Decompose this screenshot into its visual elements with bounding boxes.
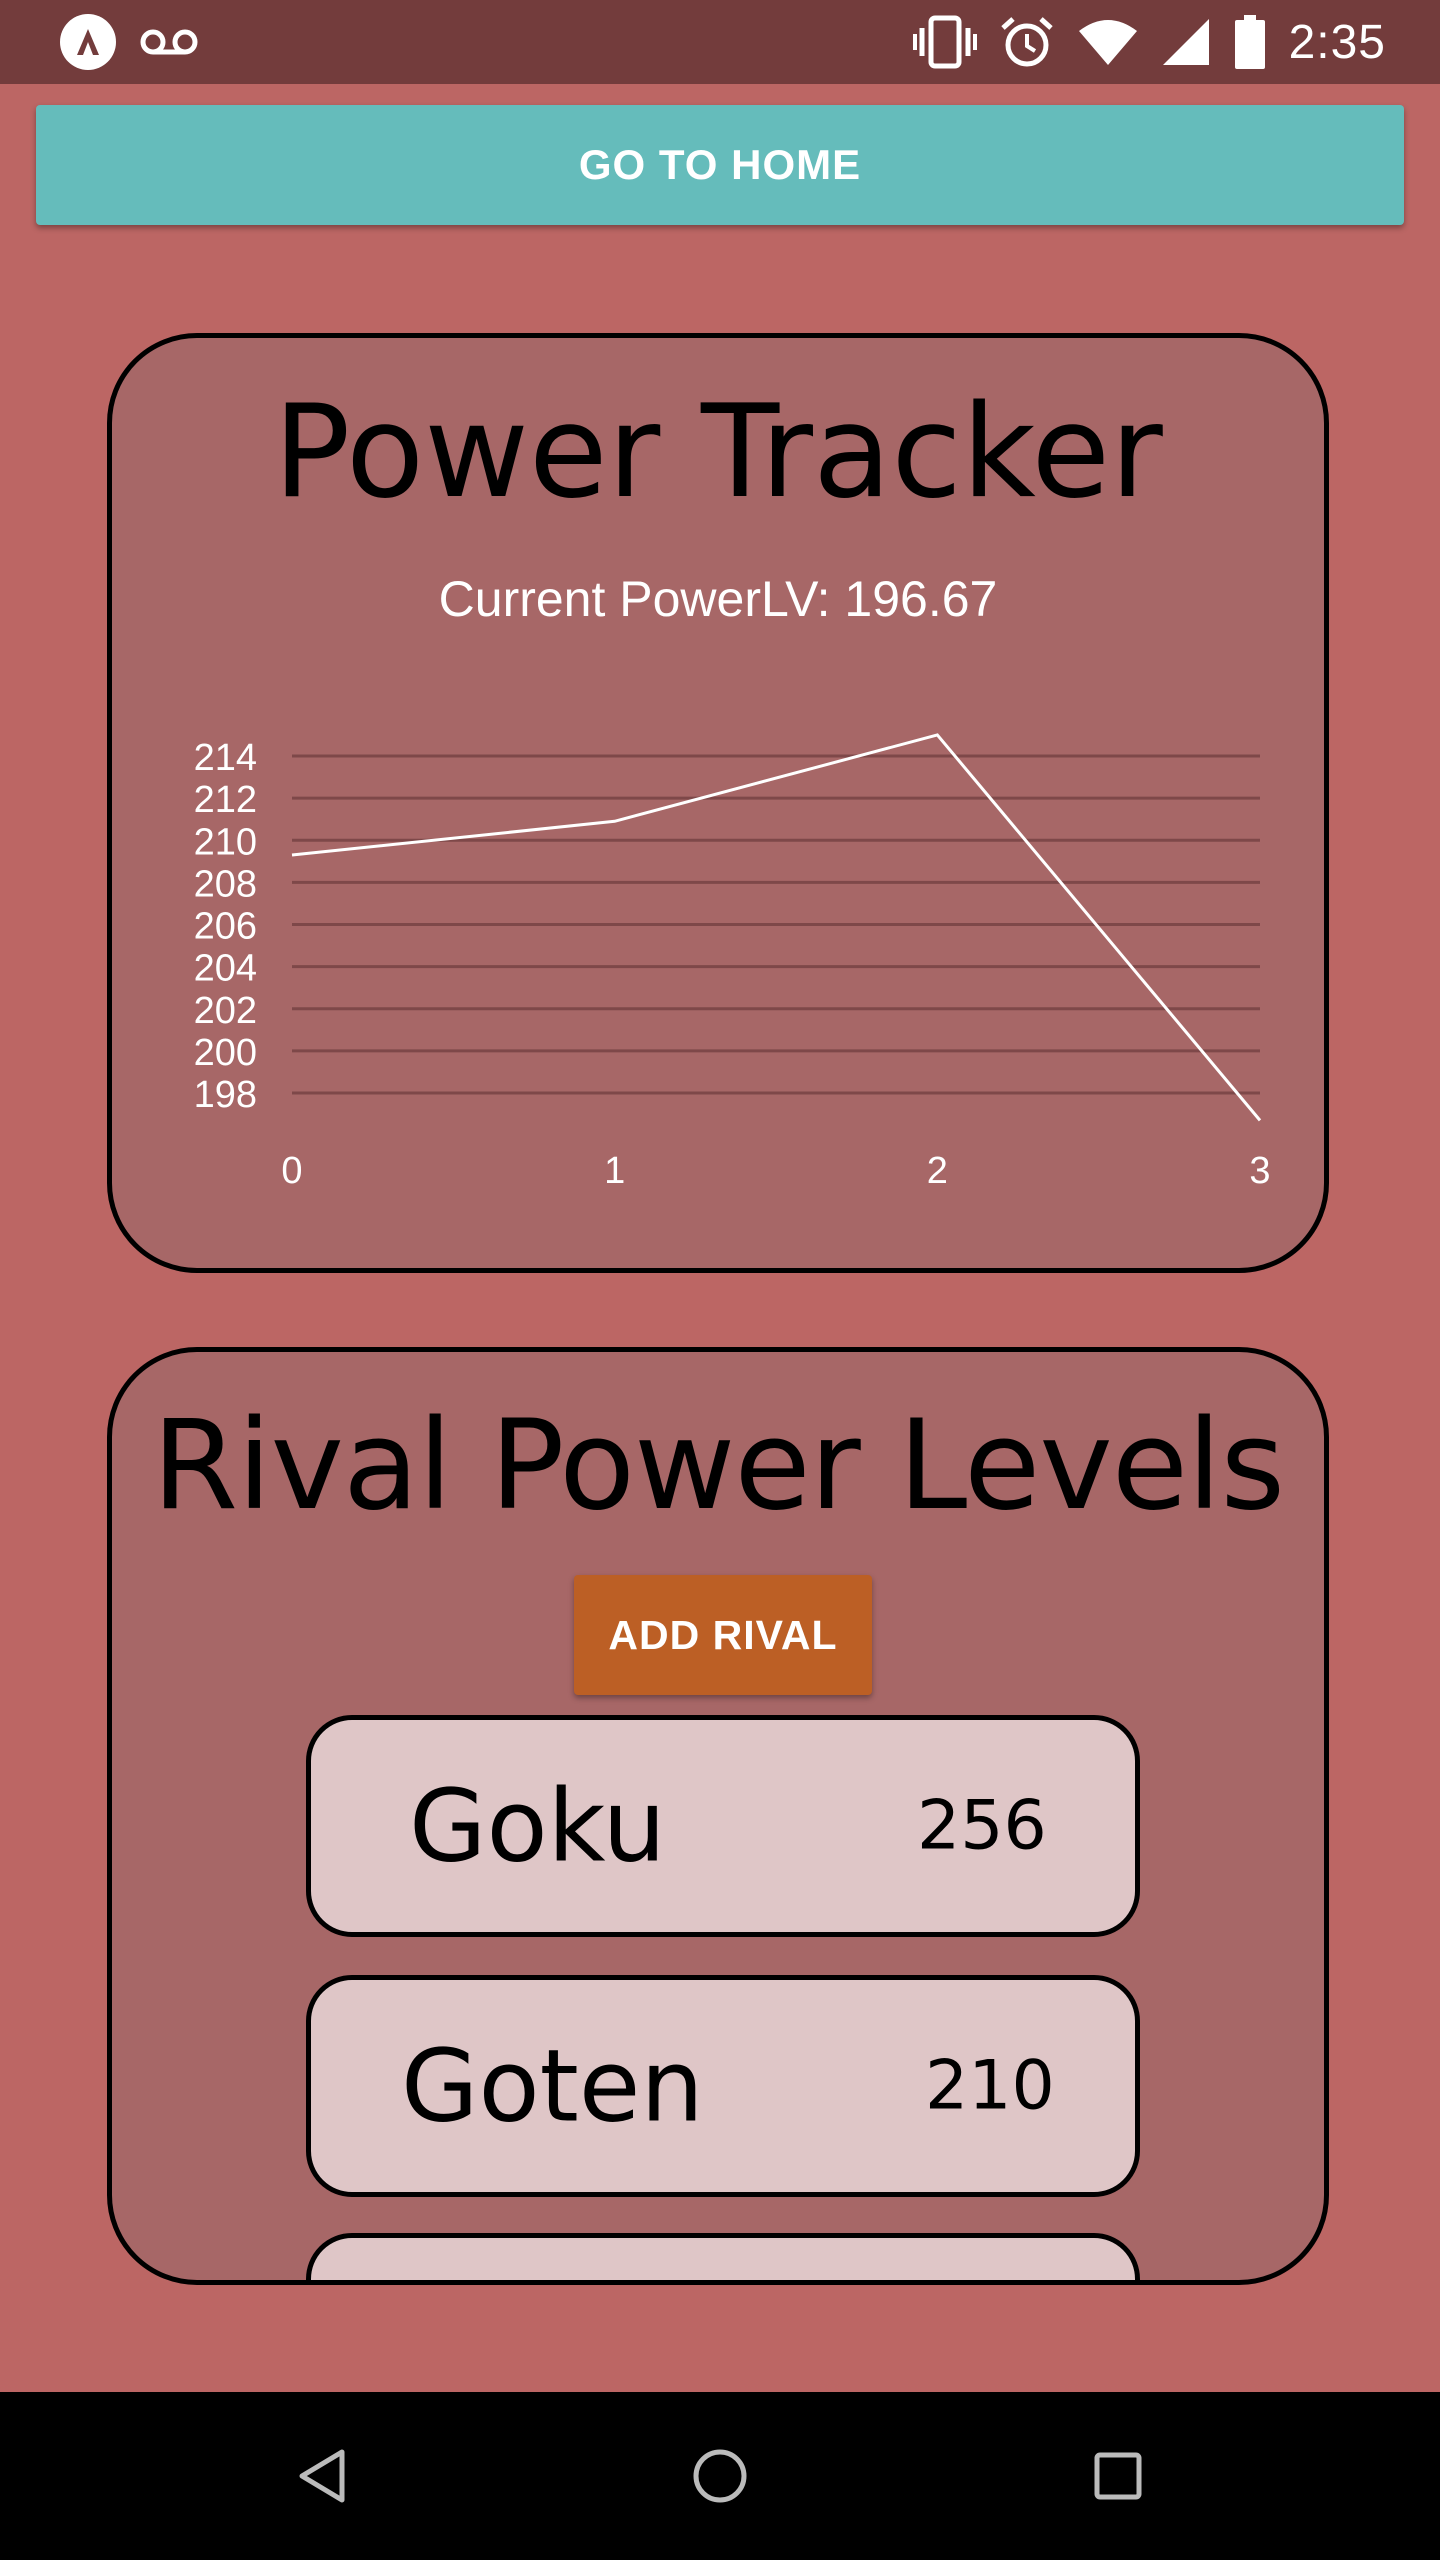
status-clock: 2:35 (1288, 15, 1386, 69)
x-tick-label: 2 (927, 1150, 948, 1192)
power-level-series-line (291, 733, 1262, 1122)
y-tick-label: 198 (194, 1074, 257, 1116)
rival-power-levels-title: Rival Power Levels (151, 1394, 1285, 1538)
rival-power-value: 256 (917, 1786, 1047, 1866)
y-tick-label: 212 (194, 779, 257, 821)
home-icon[interactable] (692, 2448, 748, 2504)
power-chart: 198200202204206208210212214 0 1 2 3 (194, 733, 1271, 1192)
y-tick-label: 210 (194, 821, 257, 863)
x-tick-label: 3 (1249, 1150, 1270, 1192)
x-tick-label: 1 (604, 1150, 625, 1192)
rival-power-value: 210 (925, 2046, 1055, 2126)
y-tick-label: 200 (194, 1032, 257, 1074)
app-logo-icon (60, 14, 116, 70)
y-tick-label: 208 (194, 863, 257, 905)
y-tick-label: 204 (194, 948, 257, 990)
status-bar: 2:35 (0, 0, 1440, 84)
y-tick-label: 206 (194, 906, 257, 948)
battery-icon (1234, 15, 1265, 69)
signal-icon (1162, 19, 1209, 65)
back-icon[interactable] (296, 2448, 348, 2504)
power-tracker-card: Power Tracker Current PowerLV: 196.67 19… (107, 333, 1329, 1273)
alarm-icon (1000, 17, 1053, 67)
y-tick-label: 202 (194, 990, 257, 1032)
rival-item[interactable] (306, 2233, 1140, 2280)
add-rival-button[interactable]: ADD RIVAL (574, 1575, 872, 1695)
rival-name: Goten (401, 2027, 704, 2145)
rival-item[interactable]: Goku 256 (306, 1715, 1140, 1937)
go-to-home-button[interactable]: GO TO HOME (36, 105, 1404, 225)
rival-name: Goku (409, 1767, 666, 1885)
wifi-icon (1078, 20, 1137, 65)
rival-item[interactable]: Goten 210 (306, 1975, 1140, 2197)
voicemail-icon (140, 29, 198, 55)
x-tick-label: 0 (281, 1150, 302, 1192)
recents-icon[interactable] (1094, 2452, 1142, 2500)
rival-power-levels-card: Rival Power Levels ADD RIVAL Goku 256 Go… (107, 1347, 1329, 2285)
navigation-bar (0, 2392, 1440, 2560)
y-tick-label: 214 (194, 737, 257, 779)
vibrate-icon (912, 15, 977, 69)
